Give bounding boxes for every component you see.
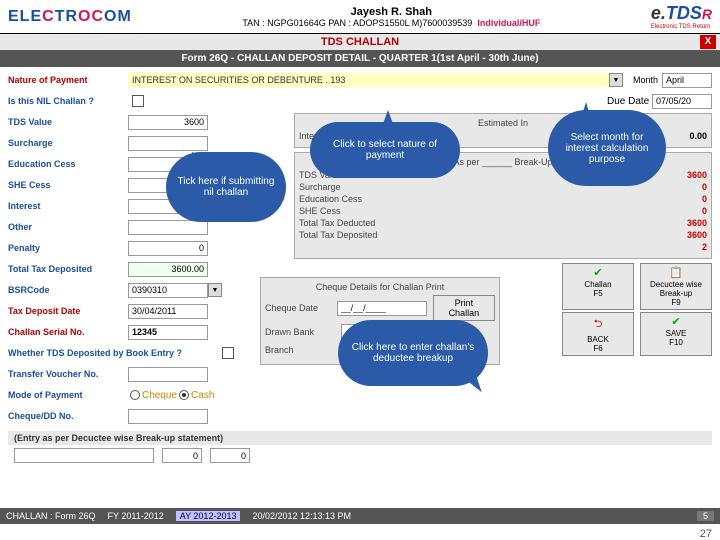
sur-label: Surcharge (8, 138, 128, 148)
header: ELECTROCOM Jayesh R. Shah TAN : NGPG0166… (0, 0, 720, 34)
tot-input (128, 262, 208, 277)
callout-nil: Tick here if submitting nil challan (166, 152, 286, 222)
nop-value: INTEREST ON SECURITIES OR DEBENTURE . 19… (128, 73, 609, 87)
tdd-label: Tax Deposit Date (8, 306, 128, 316)
bsr-dropdown[interactable]: ▼ (208, 283, 222, 297)
csn-label: Challan Serial No. (8, 327, 128, 337)
close-button[interactable]: X (700, 35, 716, 49)
book-label: Whether TDS Deposited by Book Entry ? (8, 348, 218, 358)
pen-input[interactable] (128, 241, 208, 256)
tot-label: Total Tax Deposited (8, 264, 128, 274)
tdd-input[interactable] (128, 304, 208, 319)
pen-label: Penalty (8, 243, 128, 253)
user-info: TAN : NGPG01664G PAN : ADOPS1550L M)7600… (242, 18, 540, 28)
tds-label: TDS Value (8, 117, 128, 127)
callout-deductee: Click here to enter challan's deductee b… (338, 320, 488, 386)
due-input[interactable] (652, 94, 712, 109)
mode-label: Mode of Payment (8, 390, 128, 400)
user-name: Jayesh R. Shah (242, 6, 540, 18)
nop-label: Nature of Payment (8, 75, 128, 85)
nil-checkbox[interactable] (132, 95, 144, 107)
print-challan-button[interactable]: Print Challan (433, 295, 495, 321)
month-label: Month (633, 75, 658, 85)
bsr-label: BSRCode (8, 285, 128, 295)
callout-month: Select month for interest calculation pu… (548, 110, 666, 186)
mode-cash-radio[interactable] (179, 390, 189, 400)
entry-statement-bar: (Entry as per Decuctee wise Break-up sta… (8, 431, 712, 445)
nil-label: Is this NIL Challan ? (8, 96, 128, 106)
title-bar: TDS CHALLAN X (0, 34, 720, 50)
nop-dropdown[interactable]: ▼ (609, 73, 623, 87)
bot-field2[interactable] (162, 448, 202, 463)
page-number: 27 (700, 528, 712, 540)
tds-input[interactable] (128, 115, 208, 130)
bsr-input[interactable] (128, 283, 208, 298)
cheque-date-input[interactable] (337, 301, 427, 316)
tvn-input[interactable] (128, 367, 208, 382)
she-label: SHE Cess (8, 180, 128, 190)
sur-input[interactable] (128, 136, 208, 151)
user-block: Jayesh R. Shah TAN : NGPG01664G PAN : AD… (242, 6, 540, 28)
bot-field3[interactable] (210, 448, 250, 463)
csn-input[interactable] (128, 325, 208, 340)
edu-label: Education Cess (8, 159, 128, 169)
tvn-label: Transfer Voucher No. (8, 369, 128, 379)
book-checkbox[interactable] (222, 347, 234, 359)
deductee-wise-button[interactable]: 📋Decuctee wise Break-upF9 (640, 263, 712, 310)
logo: ELECTROCOM (8, 8, 132, 26)
bottom-row (8, 445, 712, 466)
due-label: Due Date (607, 96, 649, 107)
int-label: Interest (8, 201, 128, 211)
oth-label: Other (8, 222, 128, 232)
save-button[interactable]: ✔SAVEF10 (640, 312, 712, 356)
chq-input[interactable] (128, 409, 208, 424)
bot-field1[interactable] (14, 448, 154, 463)
challan-f5-button[interactable]: ✔ChallanF5 (562, 263, 634, 310)
status-bar: CHALLAN : Form 26Q FY 2011-2012 AY 2012-… (0, 508, 720, 524)
mode-cheque-radio[interactable] (130, 390, 140, 400)
back-button[interactable]: ⮌BACKF6 (562, 312, 634, 356)
chq-label: Cheque/DD No. (8, 411, 128, 421)
etds-logo: e.TDSR Electronic TDS Return (651, 3, 712, 30)
month-input[interactable] (662, 73, 712, 88)
callout-nop: Click to select nature of payment (310, 122, 460, 178)
subtitle-bar: Form 26Q - CHALLAN DEPOSIT DETAIL - QUAR… (0, 50, 720, 67)
